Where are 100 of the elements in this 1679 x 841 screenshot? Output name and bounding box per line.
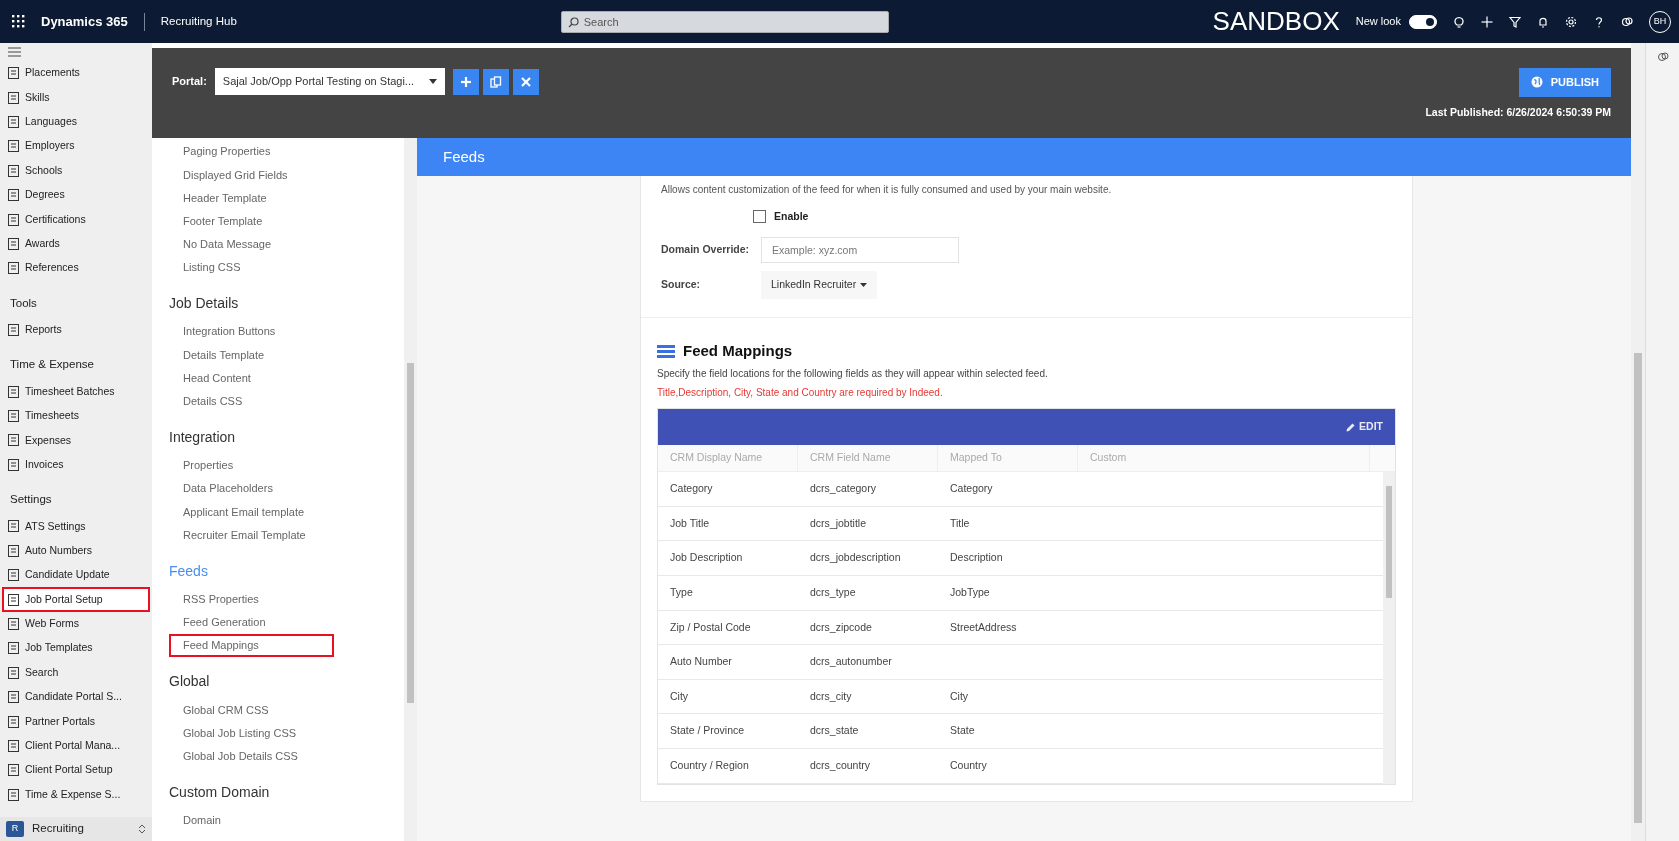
nav-item[interactable]: Footer Template bbox=[169, 209, 334, 233]
sidebar-item[interactable]: Time & Expense S... bbox=[2, 782, 150, 807]
sidebar-item[interactable]: Placements bbox=[2, 61, 150, 86]
table-cell-text: Job Title bbox=[670, 515, 710, 531]
nav-item[interactable]: Listing CSS bbox=[169, 255, 334, 280]
copy-icon bbox=[489, 75, 502, 88]
nav-item[interactable]: Global Job Listing CSS bbox=[169, 721, 334, 745]
area-badge: R bbox=[6, 821, 24, 837]
environment-label: SANDBOX bbox=[1212, 5, 1340, 38]
chat-icon[interactable] bbox=[1656, 51, 1669, 63]
section-title: Feed Mappings bbox=[683, 340, 793, 361]
page-icon bbox=[8, 213, 19, 226]
sidebar-item[interactable]: Certifications bbox=[2, 207, 150, 232]
nav-item[interactable]: Feed Generation bbox=[169, 610, 334, 634]
sidebar-item[interactable]: Partner Portals bbox=[2, 709, 150, 734]
sidebar-item[interactable]: Candidate Update bbox=[2, 563, 150, 588]
list-icon bbox=[657, 344, 675, 358]
delete-button[interactable] bbox=[512, 68, 539, 95]
checkbox-label[interactable]: Enable bbox=[774, 209, 809, 225]
add-button[interactable] bbox=[452, 68, 479, 95]
settings-icon[interactable] bbox=[1565, 15, 1577, 28]
sidebar-item[interactable]: Auto Numbers bbox=[2, 538, 150, 563]
nav-item[interactable]: Details CSS bbox=[169, 389, 334, 413]
column-header: Custom bbox=[1078, 445, 1370, 472]
area-switcher[interactable]: R Recruiting bbox=[0, 817, 152, 841]
app-name[interactable]: Dynamics 365 bbox=[41, 11, 128, 32]
lightbulb-icon[interactable] bbox=[1453, 15, 1465, 28]
nav-item[interactable]: Domain bbox=[169, 808, 334, 832]
sidebar-item[interactable]: Job Templates bbox=[2, 636, 150, 661]
sidebar-item[interactable]: Degrees bbox=[2, 182, 150, 208]
section-heading: Time & Expense bbox=[9, 357, 95, 373]
edit-button[interactable]: EDIT bbox=[1334, 419, 1395, 436]
table-cell-text: State / Province bbox=[670, 723, 745, 739]
nav-item[interactable]: Feed Mappings bbox=[169, 634, 334, 658]
nav-item[interactable]: Recruiter Email Template bbox=[169, 523, 334, 547]
nav-group-heading[interactable]: Integration bbox=[152, 412, 404, 454]
nav-item[interactable]: Displayed Grid Fields bbox=[169, 163, 334, 187]
page-icon bbox=[8, 323, 19, 336]
nav-item[interactable]: Details Template bbox=[169, 343, 334, 367]
domain-override-field[interactable]: Example: xyz.com bbox=[761, 236, 959, 263]
page-icon bbox=[8, 593, 19, 606]
sidebar-item[interactable]: Expenses bbox=[2, 428, 150, 453]
sidebar-item[interactable]: Search bbox=[2, 660, 150, 685]
requirement-note: Title,Description, City, State and Country are required by Indeed. bbox=[657, 386, 944, 401]
sidebar-item[interactable]: Languages bbox=[2, 109, 150, 135]
add-icon[interactable] bbox=[1481, 15, 1493, 28]
source-select[interactable]: LinkedIn Recruiter bbox=[761, 270, 877, 299]
sidebar-item[interactable]: ATS Settings bbox=[2, 514, 150, 539]
filter-icon[interactable] bbox=[1509, 15, 1521, 28]
caret-icon bbox=[860, 282, 867, 287]
page-icon bbox=[8, 788, 19, 801]
sidebar-item[interactable]: Client Portal Mana... bbox=[2, 733, 150, 759]
scrollbar[interactable] bbox=[404, 138, 417, 841]
bell-icon[interactable] bbox=[1537, 15, 1549, 28]
page-icon bbox=[8, 458, 19, 471]
sidebar-item[interactable]: Invoices bbox=[2, 452, 150, 477]
nav-item[interactable]: Applicant Email template bbox=[169, 500, 334, 524]
nav-item[interactable]: Data Placeholders bbox=[169, 477, 334, 501]
nav-group-heading[interactable]: Global bbox=[152, 657, 404, 699]
nav-item[interactable]: Global CRM CSS bbox=[169, 698, 334, 722]
nav-item[interactable]: Properties bbox=[169, 453, 334, 478]
nav-item[interactable]: Paging Properties bbox=[169, 140, 334, 164]
sidebar-item[interactable]: Employers bbox=[2, 134, 150, 159]
sidebar-item[interactable]: Web Forms bbox=[2, 611, 150, 637]
scrollbar[interactable] bbox=[1631, 43, 1645, 841]
section-description: Specify the field locations for the following fields as they will appear within selected feed. bbox=[657, 367, 1049, 382]
enable-checkbox[interactable] bbox=[753, 210, 766, 224]
sidebar-item[interactable]: Timesheet Batches bbox=[2, 379, 150, 404]
page-icon bbox=[8, 410, 19, 422]
page-icon bbox=[8, 739, 19, 752]
nav-item[interactable]: Global Job Details CSS bbox=[169, 744, 334, 768]
sidebar-item[interactable]: Reports bbox=[2, 317, 150, 343]
nav-group-heading[interactable]: Custom Domain bbox=[152, 767, 404, 809]
nav-item[interactable]: Header Template bbox=[169, 186, 334, 210]
sidebar-item[interactable]: Schools bbox=[2, 158, 150, 183]
sidebar-item[interactable]: References bbox=[2, 256, 150, 281]
sidebar-item[interactable]: Awards bbox=[2, 231, 150, 257]
nav-item[interactable]: Head Content bbox=[169, 366, 334, 390]
sidebar-item[interactable]: Candidate Portal S... bbox=[2, 684, 150, 710]
nav-group-heading[interactable]: Job Details bbox=[152, 279, 404, 321]
table-cell-text: JobType bbox=[950, 584, 990, 600]
search-field[interactable]: Search bbox=[560, 10, 889, 33]
caret-icon bbox=[428, 79, 437, 84]
nav-item[interactable]: RSS Properties bbox=[169, 587, 334, 611]
portal-select[interactable]: Sajal Job/Opp Portal Testing on Stagi... bbox=[214, 68, 445, 95]
sidebar-item[interactable]: Job Portal Setup bbox=[2, 587, 150, 612]
new-look-toggle[interactable] bbox=[1409, 14, 1437, 29]
sidebar-item[interactable]: Timesheets bbox=[2, 403, 150, 429]
sidebar-item[interactable]: Client Portal Setup bbox=[2, 758, 150, 783]
nav-item[interactable]: No Data Message bbox=[169, 232, 334, 256]
app-launcher-icon[interactable] bbox=[12, 15, 25, 28]
copy-button[interactable] bbox=[482, 68, 509, 95]
sidebar-item[interactable]: Skills bbox=[2, 85, 150, 110]
table-cell-text: dcrs_zipcode bbox=[810, 619, 872, 635]
scrollbar[interactable] bbox=[1383, 472, 1395, 784]
table-cell-text: dcrs_state bbox=[810, 723, 859, 739]
publish-button[interactable]: PUBLISH bbox=[1518, 68, 1611, 97]
chat-icon[interactable] bbox=[1621, 15, 1633, 28]
nav-item[interactable]: Integration Buttons bbox=[169, 320, 334, 344]
help-icon[interactable] bbox=[1593, 15, 1605, 28]
